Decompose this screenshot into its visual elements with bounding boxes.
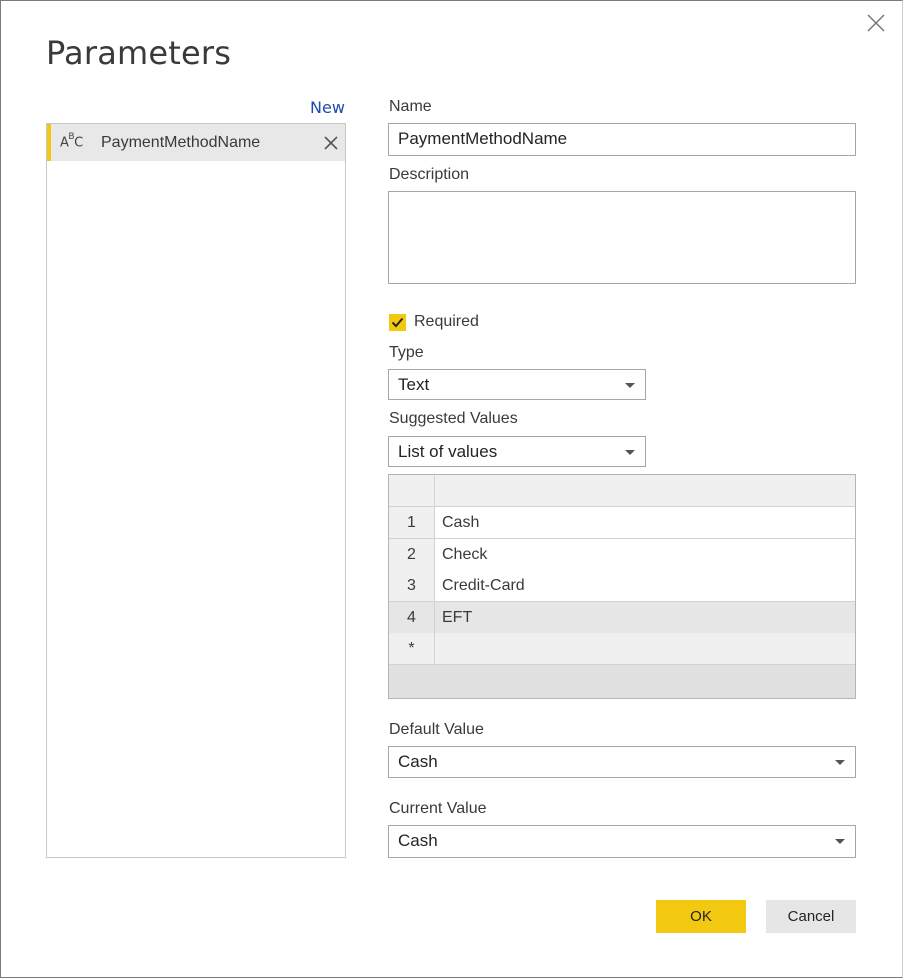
grid-header-row xyxy=(389,475,855,507)
ok-button[interactable]: OK xyxy=(656,900,746,933)
chevron-down-icon xyxy=(625,383,635,388)
new-parameter-link[interactable]: New xyxy=(310,98,345,117)
value-cell[interactable]: Credit-Card xyxy=(435,570,855,601)
value-cell[interactable]: EFT xyxy=(435,602,855,633)
required-label: Required xyxy=(414,313,479,330)
default-value-label: Default Value xyxy=(389,721,484,738)
description-label: Description xyxy=(389,166,470,183)
new-row[interactable]: * xyxy=(389,633,855,665)
values-grid: 1 Cash 2 Check 3 Credit-Card 4 EFT * xyxy=(388,474,856,699)
delete-icon[interactable] xyxy=(323,135,339,151)
grid-header-cell xyxy=(435,475,855,506)
suggested-values-label: Suggested Values xyxy=(389,410,518,427)
default-value-dropdown[interactable]: Cash xyxy=(388,746,856,778)
cancel-button[interactable]: Cancel xyxy=(766,900,856,933)
table-row[interactable]: 2 Check xyxy=(389,539,855,571)
chevron-down-icon xyxy=(625,450,635,455)
table-row[interactable]: 3 Credit-Card xyxy=(389,570,855,602)
row-number: 2 xyxy=(389,539,435,570)
value-cell[interactable]: Check xyxy=(435,539,855,570)
default-value-dropdown-value: Cash xyxy=(398,752,438,771)
required-checkbox[interactable] xyxy=(389,314,406,331)
current-value-dropdown-value: Cash xyxy=(398,831,438,850)
chevron-down-icon xyxy=(835,760,845,765)
value-cell[interactable] xyxy=(435,633,855,664)
suggested-values-dropdown-value: List of values xyxy=(398,442,498,461)
description-input[interactable] xyxy=(388,191,856,284)
parameters-dialog: Parameters New ABC PaymentMethodName Nam… xyxy=(0,0,903,978)
name-label: Name xyxy=(389,98,432,115)
name-input[interactable]: PaymentMethodName xyxy=(388,123,856,156)
table-row[interactable]: 4 EFT xyxy=(389,602,855,634)
current-value-dropdown[interactable]: Cash xyxy=(388,825,856,858)
row-number: 3 xyxy=(389,570,435,601)
row-number: 4 xyxy=(389,602,435,633)
suggested-values-dropdown[interactable]: List of values xyxy=(388,436,646,467)
type-dropdown[interactable]: Text xyxy=(388,369,646,400)
current-value-label: Current Value xyxy=(389,800,487,817)
row-number: * xyxy=(389,633,435,664)
type-dropdown-value: Text xyxy=(398,375,430,394)
parameter-item-label: PaymentMethodName xyxy=(101,134,261,151)
parameter-list: ABC PaymentMethodName xyxy=(46,123,346,858)
value-cell[interactable]: Cash xyxy=(435,507,855,538)
row-number: 1 xyxy=(389,507,435,538)
table-row[interactable]: 1 Cash xyxy=(389,507,855,539)
close-icon[interactable] xyxy=(865,12,887,34)
dialog-title: Parameters xyxy=(46,34,232,72)
text-type-icon: ABC xyxy=(60,132,83,151)
grid-corner xyxy=(389,475,435,506)
parameter-item[interactable]: ABC PaymentMethodName xyxy=(47,124,345,161)
type-label: Type xyxy=(389,344,424,361)
chevron-down-icon xyxy=(835,839,845,844)
